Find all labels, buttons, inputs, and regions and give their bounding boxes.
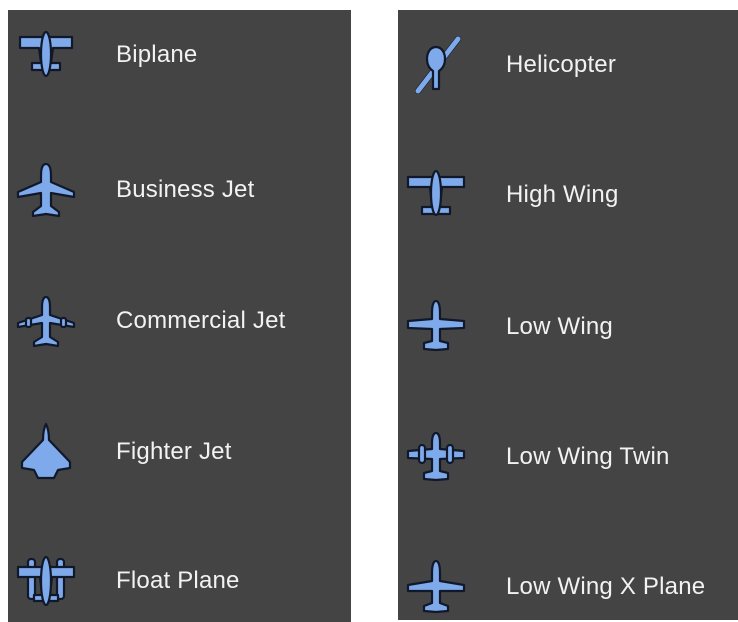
list-item-fighter-jet[interactable]: Fighter Jet (8, 407, 351, 497)
list-item-biplane[interactable]: Biplane (8, 10, 351, 100)
business-jet-icon (14, 158, 78, 222)
list-item-commercial-jet[interactable]: Commercial Jet (8, 276, 351, 366)
commercial-jet-icon (14, 289, 78, 353)
helicopter-icon (404, 33, 468, 97)
low-wing-x-plane-icon (404, 555, 468, 619)
list-item-label: Low Wing X Plane (506, 573, 706, 600)
list-item-high-wing[interactable]: High Wing (398, 150, 738, 240)
list-item-business-jet[interactable]: Business Jet (8, 145, 351, 235)
list-item-label: Commercial Jet (116, 307, 286, 334)
list-item-label: High Wing (506, 181, 619, 208)
list-item-label: Float Plane (116, 567, 240, 594)
low-wing-twin-icon (404, 425, 468, 489)
low-wing-icon (404, 295, 468, 359)
list-item-label: Business Jet (116, 176, 255, 203)
list-item-label: Low Wing (506, 313, 613, 340)
list-item-low-wing-twin[interactable]: Low Wing Twin (398, 412, 738, 502)
list-item-label: Helicopter (506, 51, 617, 78)
aircraft-list-right: Helicopter High Wing Low Wing Low Wing T… (398, 10, 738, 620)
list-item-float-plane[interactable]: Float Plane (8, 536, 351, 622)
list-item-helicopter[interactable]: Helicopter (398, 20, 738, 110)
list-item-low-wing[interactable]: Low Wing (398, 282, 738, 372)
list-item-label: Fighter Jet (116, 438, 232, 465)
biplane-icon (14, 23, 78, 87)
aircraft-list-left: Biplane Business Jet Commercial Jet Figh… (8, 10, 351, 622)
list-item-label: Low Wing Twin (506, 443, 670, 470)
list-item-low-wing-x-plane[interactable]: Low Wing X Plane (398, 542, 738, 620)
high-wing-icon (404, 163, 468, 227)
float-plane-icon (14, 549, 78, 613)
list-item-label: Biplane (116, 41, 198, 68)
fighter-jet-icon (14, 420, 78, 484)
